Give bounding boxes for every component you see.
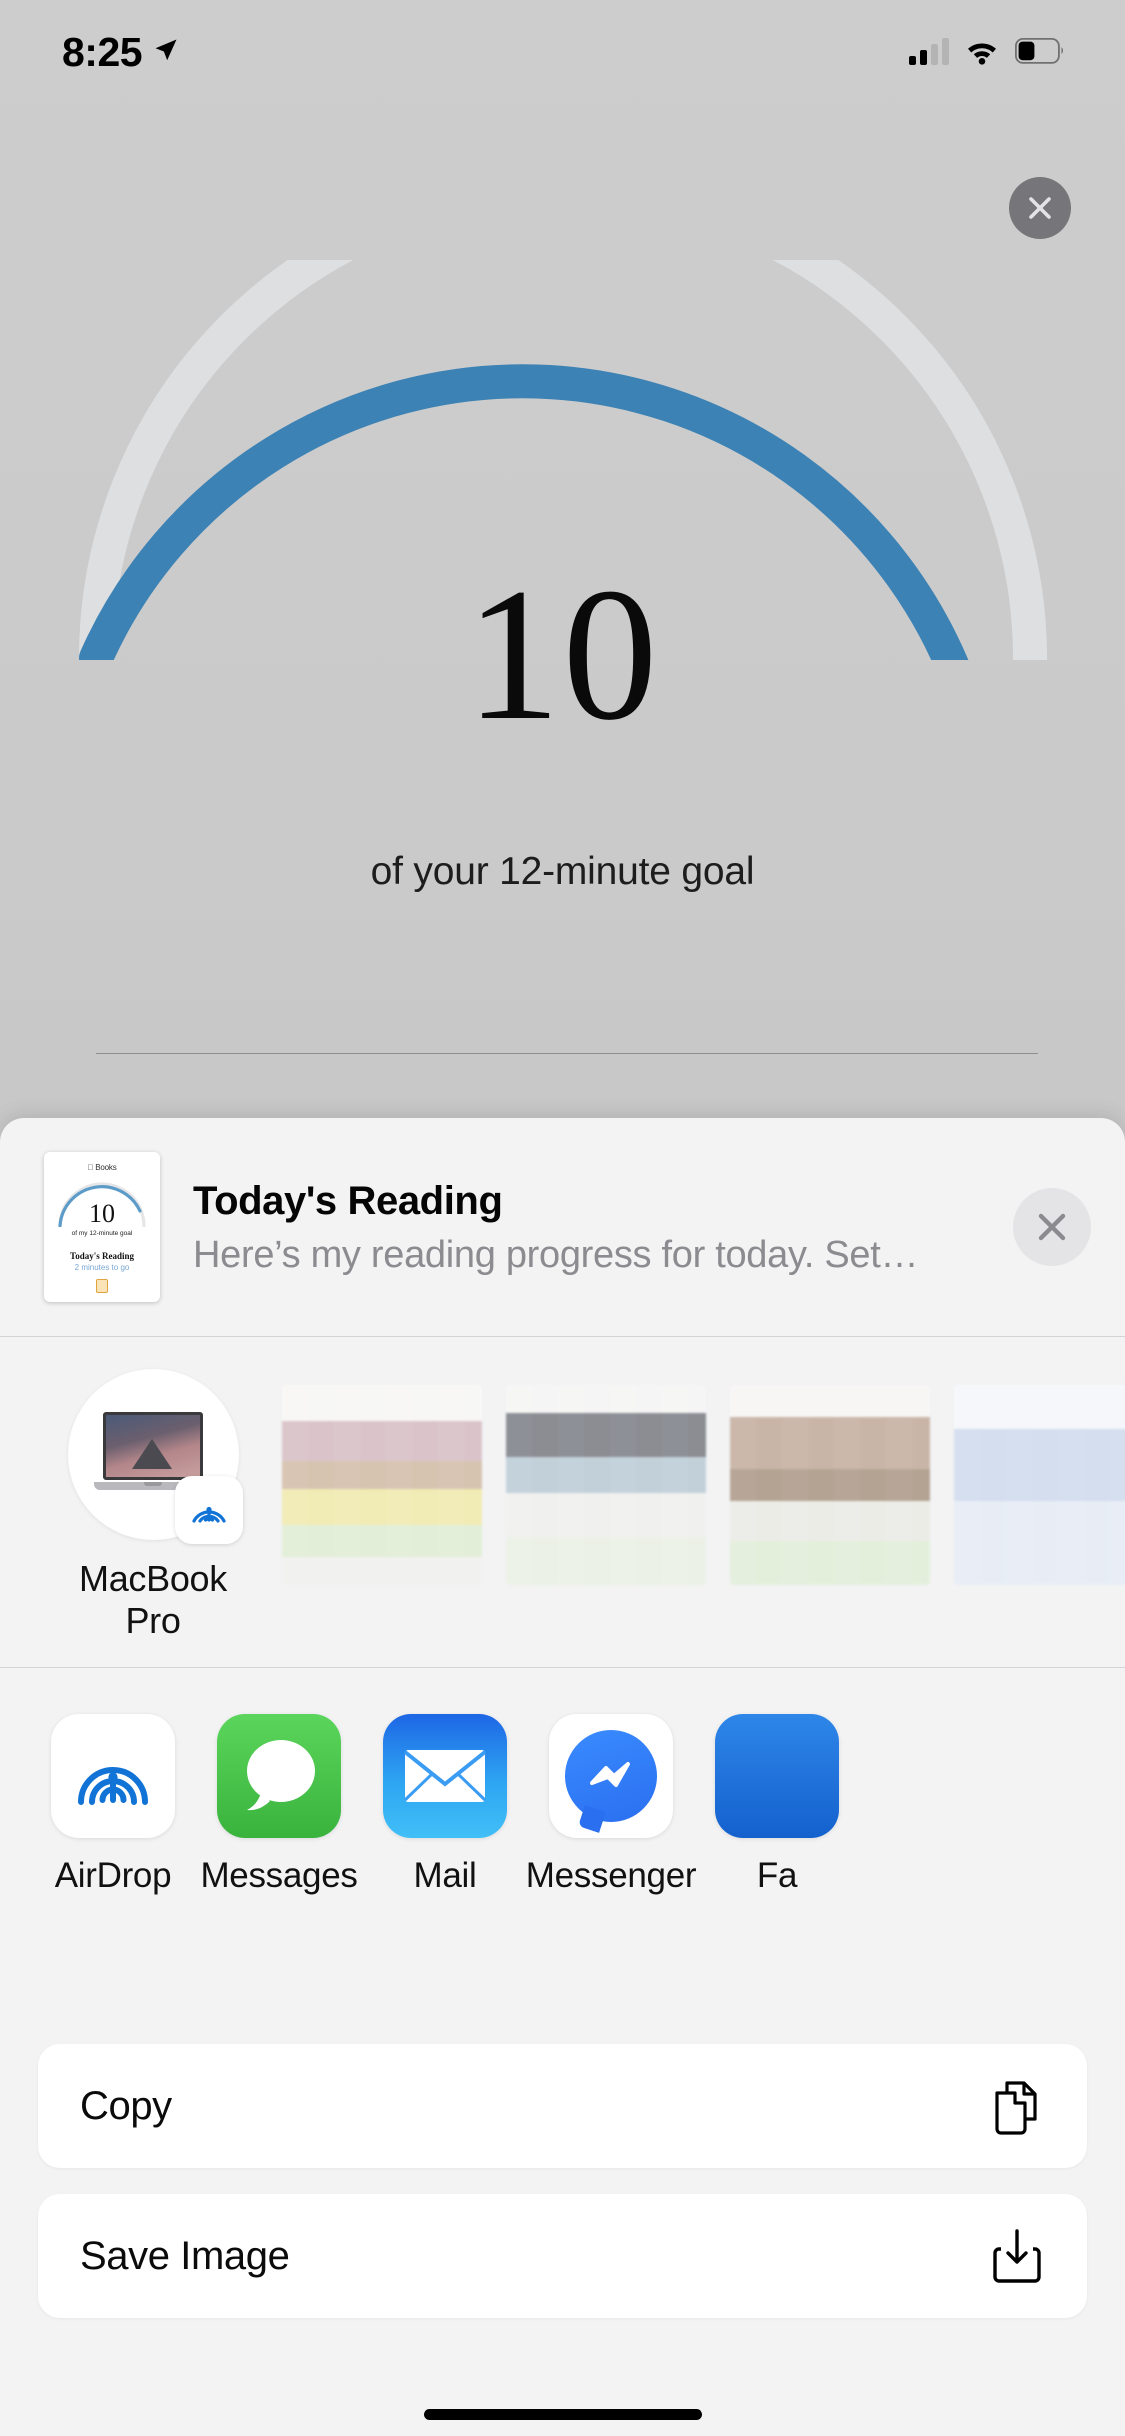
facebook-icon	[715, 1714, 839, 1838]
thumbnail-brand-label:  Books	[87, 1163, 116, 1172]
status-bar-left: 8:25	[62, 28, 180, 73]
airdrop-contact-photo-blurred[interactable]	[954, 1385, 1125, 1585]
messages-icon	[217, 1714, 341, 1838]
airdrop-icon	[51, 1714, 175, 1838]
save-download-icon	[993, 2229, 1041, 2283]
airdrop-target-label-line2: Pro	[125, 1600, 181, 1642]
airdrop-contact-photo-blurred[interactable]	[730, 1385, 930, 1585]
share-preview-header:  Books 10 of my 12-minute goal Today's …	[0, 1118, 1125, 1336]
share-app-messages[interactable]: Messages	[196, 1714, 362, 1896]
battery-icon	[1015, 38, 1063, 64]
share-actions-list: Copy Save Image	[0, 2016, 1125, 2318]
wifi-icon	[968, 43, 996, 65]
share-apps-row[interactable]: AirDrop Messages Mail Messenger Fa	[0, 1668, 1125, 2016]
messenger-icon	[549, 1714, 673, 1838]
share-app-facebook[interactable]: Fa	[694, 1714, 860, 1896]
copy-icon	[995, 2081, 1037, 2135]
thumbnail-gauge	[54, 1177, 150, 1228]
share-app-airdrop[interactable]: AirDrop	[30, 1714, 196, 1896]
status-clock: 8:25	[62, 28, 143, 75]
airdrop-target-label-line1: MacBook	[79, 1558, 227, 1599]
thumbnail-remaining: 2 minutes to go	[74, 1263, 130, 1272]
airdrop-targets-row[interactable]: MacBook Pro	[0, 1337, 1125, 1667]
share-app-label: AirDrop	[54, 1856, 172, 1895]
action-label: Copy	[80, 2083, 172, 2128]
gauge-caption: of your 12-minute goal	[370, 850, 755, 893]
close-icon	[1038, 1213, 1066, 1241]
airdrop-icon	[174, 1476, 243, 1544]
close-card-button[interactable]	[1009, 177, 1071, 239]
thumbnail-title: Today's Reading	[70, 1251, 134, 1261]
airdrop-contact-photo-blurred[interactable]	[282, 1385, 482, 1585]
thumbnail-caption: of my 12-minute goal	[71, 1230, 133, 1237]
action-row-copy[interactable]: Copy	[38, 2044, 1087, 2168]
home-indicator	[423, 2409, 702, 2420]
mail-icon	[383, 1714, 507, 1838]
share-app-mail[interactable]: Mail	[362, 1714, 528, 1896]
airdrop-contact-photo-blurred[interactable]	[506, 1385, 706, 1585]
share-sheet:  Books 10 of my 12-minute goal Today's …	[0, 1118, 1125, 2436]
status-bar-right	[909, 35, 1065, 65]
airdrop-target-label: MacBook Pro	[79, 1558, 227, 1643]
action-label: Save Image	[80, 2233, 290, 2278]
share-app-label: Messenger	[525, 1856, 697, 1895]
cellular-signal-icon	[909, 37, 949, 65]
dismiss-share-sheet-button[interactable]	[1013, 1188, 1091, 1266]
action-row-save-image[interactable]: Save Image	[38, 2194, 1087, 2318]
share-app-label: Messages	[200, 1856, 358, 1895]
share-app-messenger[interactable]: Messenger	[525, 1714, 697, 1896]
close-icon	[1029, 197, 1051, 219]
airdrop-device-avatar	[67, 1369, 243, 1544]
book-icon	[96, 1279, 108, 1293]
share-app-label: Fa	[756, 1856, 798, 1895]
location-arrow-icon	[155, 39, 177, 61]
status-bar: 8:25	[0, 0, 1125, 100]
airdrop-target-macbook-pro[interactable]: MacBook Pro	[48, 1369, 258, 1643]
share-app-label: Mail	[413, 1856, 477, 1895]
share-preview-title: Today's Reading	[193, 1178, 503, 1223]
card-divider	[96, 1053, 1038, 1054]
share-preview-thumbnail[interactable]:  Books 10 of my 12-minute goal Today's …	[44, 1152, 160, 1302]
share-preview-subtitle: Here’s my reading progress for today. Se…	[193, 1233, 919, 1276]
share-preview-text-block: Today's Reading Here’s my reading progre…	[160, 1178, 1013, 1277]
gauge-value: 10	[465, 550, 660, 760]
